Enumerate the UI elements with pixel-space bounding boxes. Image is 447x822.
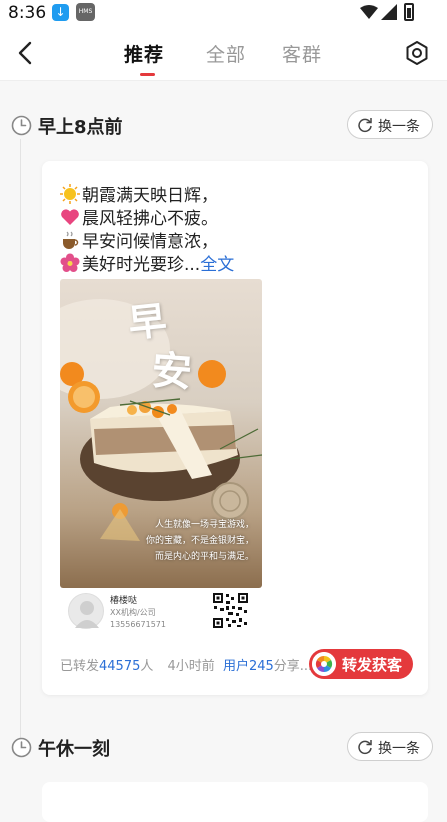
post-text-line-1: 朝霞满天映日辉， [82,186,218,206]
section-header: 早上8点前 换一条 [0,110,447,140]
section-title: 早上8点前 [38,117,123,138]
post-card: 朝霞满天映日辉， 晨风轻拂心不疲。 早安问候情意浓， 美好时光要珍...全文 早… [42,161,428,695]
poster-title-an: 安 [150,346,194,397]
top-nav: 推荐 全部 客群 [0,26,447,81]
back-icon[interactable] [14,40,38,66]
card-name: 椿楼哒 [110,596,138,606]
card-org: XX机构/公司 [110,608,156,617]
post-text-line-4: 美好时光要珍... [82,255,201,275]
business-card: 椿楼哒 XX机构/公司 13556671571 [60,588,262,636]
flower-emoji-icon [60,253,80,272]
full-text-link[interactable]: 全文 [200,255,234,275]
post-meta: 已转发44575人 4小时前 用户245分享... [60,655,312,674]
share-button[interactable]: 转发获客 [309,649,413,679]
post-line: 美好时光要珍...全文 [60,250,234,275]
post-time: 4小时前 [167,659,215,674]
hms-icon: HMS [76,3,95,21]
tab-customer-group[interactable]: 客群 [282,40,322,67]
download-icon: ↓ [52,4,69,21]
signal-icon [381,4,397,20]
clock-icon [11,737,32,758]
swap-label: 换一条 [378,119,420,135]
battery-icon [404,3,414,21]
post-line: 晨风轻拂心不疲。 [60,204,218,229]
timeline-line [20,139,21,739]
avatar [68,593,104,629]
person-icon [75,601,99,628]
share-label: 转发获客 [342,656,403,674]
tab-recommend[interactable]: 推荐 [124,40,164,67]
settings-icon[interactable] [404,40,430,66]
refresh-icon [358,118,372,133]
forward-suffix: 人 [140,659,154,674]
qr-code-icon [212,592,249,629]
post-card [42,782,428,822]
user-id[interactable]: 245 [249,659,274,674]
sun-emoji-icon [60,184,80,204]
forward-prefix: 已转发 [60,659,100,674]
swap-button[interactable]: 换一条 [347,732,433,761]
card-phone: 13556671571 [110,620,166,629]
wifi-icon [360,5,378,19]
post-text-line-3: 早安问候情意浓， [82,232,218,252]
poster-caption-line: 而是内心的平和与满足。 [154,552,254,562]
status-time: 8:36 [8,3,47,23]
tab-all[interactable]: 全部 [206,40,246,67]
heart-emoji-icon [61,209,79,225]
user-prefix[interactable]: 用户 [223,659,249,674]
swap-button[interactable]: 换一条 [347,110,433,139]
shutter-icon [312,652,336,676]
forward-count: 44575 [99,659,141,674]
swap-label: 换一条 [378,741,420,757]
share-suffix: 分享... [273,659,313,674]
poster-image[interactable]: 早 安 人生就像一场寻宝游戏， 你的宝藏，不是金银财宝， 而是内心的平和与满足。 [60,279,262,588]
poster-caption-line: 你的宝藏，不是金银财宝， [145,536,254,546]
poster-caption-line: 人生就像一场寻宝游戏， [154,520,254,530]
tab-indicator [140,73,155,76]
coffee-emoji-icon [63,231,79,249]
status-bar: 8:36 ↓ HMS [0,0,447,26]
post-line: 朝霞满天映日辉， [60,181,218,206]
post-text-line-2: 晨风轻拂心不疲。 [82,209,218,229]
refresh-icon [358,740,372,755]
section-title: 午休一刻 [38,739,110,760]
clock-icon [11,115,32,136]
section-header: 午休一刻 换一条 [0,732,447,762]
post-line: 早安问候情意浓， [60,227,218,252]
